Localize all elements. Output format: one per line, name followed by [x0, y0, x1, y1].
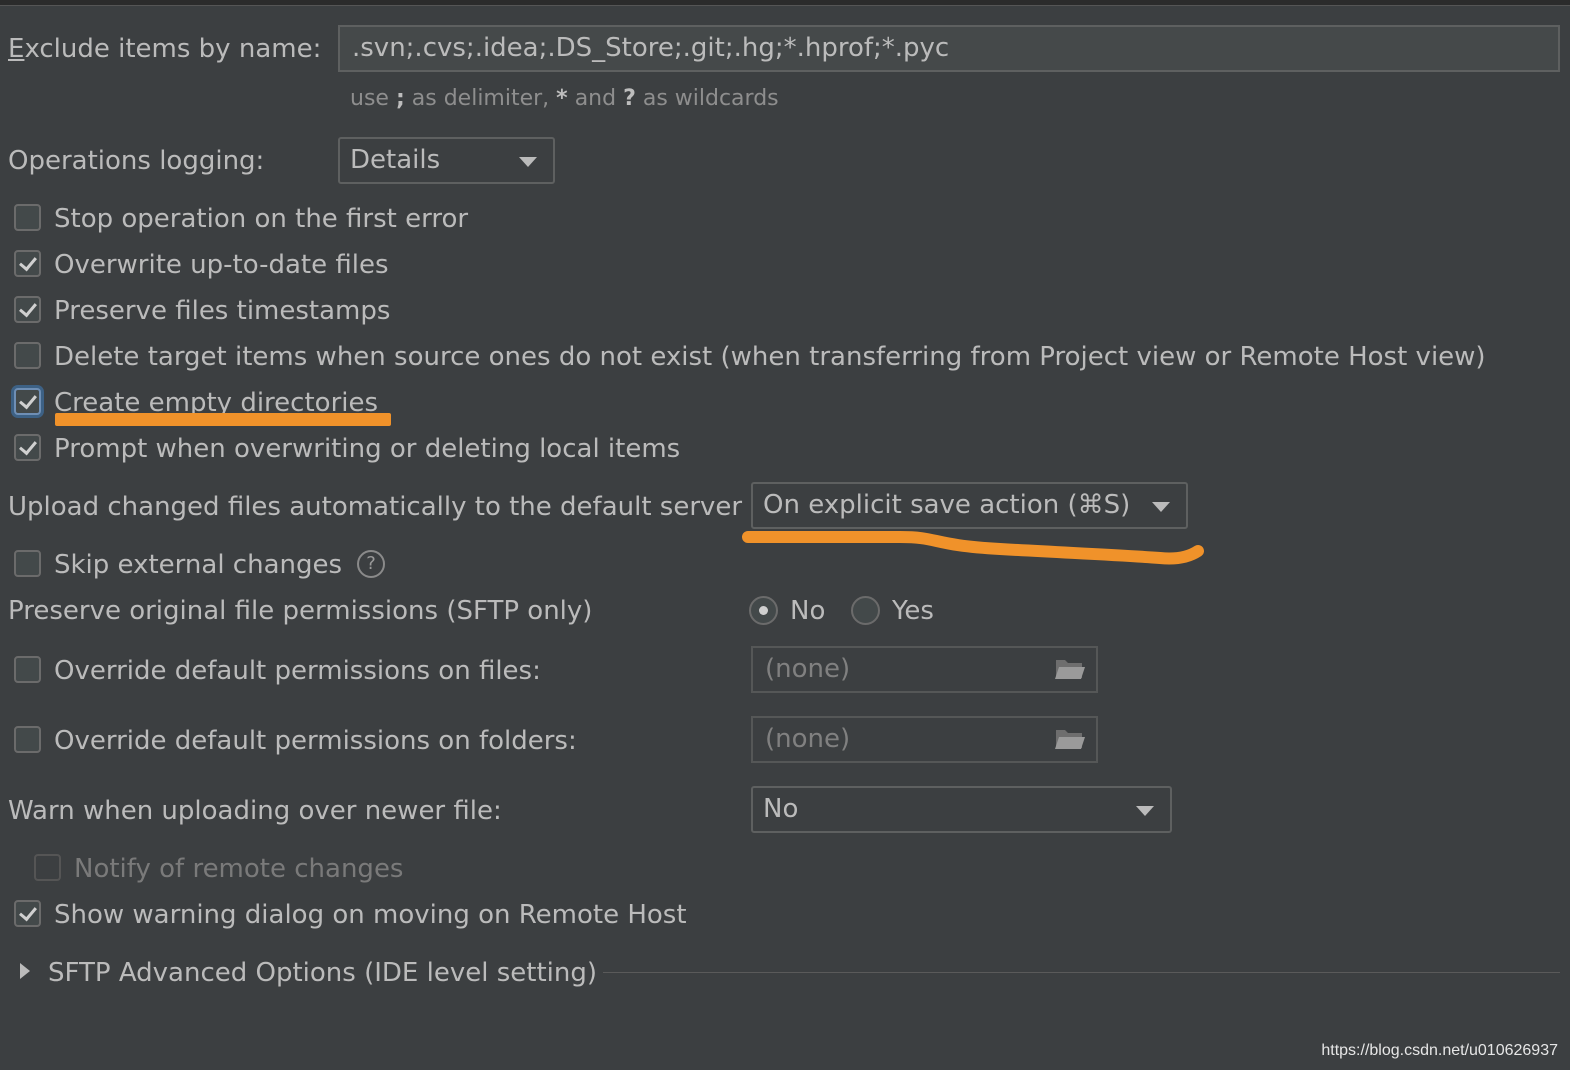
top-border: [0, 0, 1570, 6]
watermark: https://blog.csdn.net/u010626937: [1321, 1042, 1558, 1059]
preserve-timestamps-label: Preserve files timestamps: [54, 296, 391, 326]
operations-logging-value: Details: [350, 145, 441, 175]
folder-icon[interactable]: [1054, 726, 1086, 752]
show-warning-label: Show warning dialog on moving on Remote …: [54, 900, 687, 930]
warn-newer-select[interactable]: No: [751, 786, 1172, 833]
preserve-permissions-yes-radio[interactable]: [851, 596, 880, 625]
chevron-down-icon: [1152, 502, 1170, 512]
override-files-checkbox[interactable]: [14, 656, 41, 683]
preserve-permissions-label: Preserve original file permissions (SFTP…: [8, 596, 593, 626]
exclude-items-input[interactable]: .svn;.cvs;.idea;.DS_Store;.git;.hg;*.hpr…: [338, 25, 1560, 72]
highlight-underline: [742, 531, 1204, 565]
preserve-timestamps-checkbox[interactable]: [14, 296, 41, 323]
upload-changed-select[interactable]: On explicit save action (⌘S): [751, 482, 1188, 529]
override-folders-label: Override default permissions on folders:: [54, 726, 577, 756]
override-files-label: Override default permissions on files:: [54, 656, 541, 686]
upload-changed-value: On explicit save action (⌘S): [763, 490, 1131, 520]
operations-logging-select[interactable]: Details: [338, 137, 555, 184]
sftp-advanced-label[interactable]: SFTP Advanced Options (IDE level setting…: [48, 958, 597, 988]
notify-remote-label: Notify of remote changes: [74, 854, 404, 884]
highlight-underline: [55, 413, 391, 426]
stop-on-error-label: Stop operation on the first error: [54, 204, 469, 234]
overwrite-up-to-date-checkbox[interactable]: [14, 250, 41, 277]
override-folders-value: (none): [765, 724, 851, 754]
exclude-items-value: .svn;.cvs;.idea;.DS_Store;.git;.hg;*.hpr…: [352, 33, 950, 63]
preserve-permissions-no-radio[interactable]: [749, 596, 778, 625]
warn-newer-value: No: [763, 794, 799, 824]
skip-external-label: Skip external changes: [54, 550, 343, 580]
skip-external-checkbox[interactable]: [14, 550, 41, 577]
delete-target-items-label: Delete target items when source ones do …: [54, 342, 1486, 372]
override-files-value: (none): [765, 654, 851, 684]
overwrite-up-to-date-label: Overwrite up-to-date files: [54, 250, 389, 280]
preserve-permissions-yes-label: Yes: [892, 596, 934, 626]
notify-remote-checkbox[interactable]: [34, 854, 61, 881]
exclude-hint: use ; as delimiter, * and ? as wildcards: [350, 86, 779, 111]
chevron-down-icon: [1136, 806, 1154, 816]
stop-on-error-checkbox[interactable]: [14, 204, 41, 231]
preserve-permissions-no-label: No: [790, 596, 826, 626]
override-files-input[interactable]: (none): [751, 646, 1098, 693]
expand-triangle-icon[interactable]: [20, 963, 30, 979]
help-icon[interactable]: ?: [357, 550, 385, 578]
section-separator: [603, 972, 1560, 973]
override-folders-checkbox[interactable]: [14, 726, 41, 753]
folder-icon[interactable]: [1054, 656, 1086, 682]
operations-logging-label: Operations logging:: [8, 146, 265, 176]
show-warning-checkbox[interactable]: [14, 900, 41, 927]
warn-newer-label: Warn when uploading over newer file:: [8, 796, 502, 826]
delete-target-items-checkbox[interactable]: [14, 342, 41, 369]
prompt-overwriting-checkbox[interactable]: [14, 434, 41, 461]
chevron-down-icon: [519, 157, 537, 167]
create-empty-directories-checkbox[interactable]: [14, 388, 41, 415]
exclude-items-label: Exclude items by name:: [8, 34, 322, 64]
override-folders-input[interactable]: (none): [751, 716, 1098, 763]
upload-changed-label: Upload changed files automatically to th…: [8, 492, 743, 522]
prompt-overwriting-label: Prompt when overwriting or deleting loca…: [54, 434, 681, 464]
